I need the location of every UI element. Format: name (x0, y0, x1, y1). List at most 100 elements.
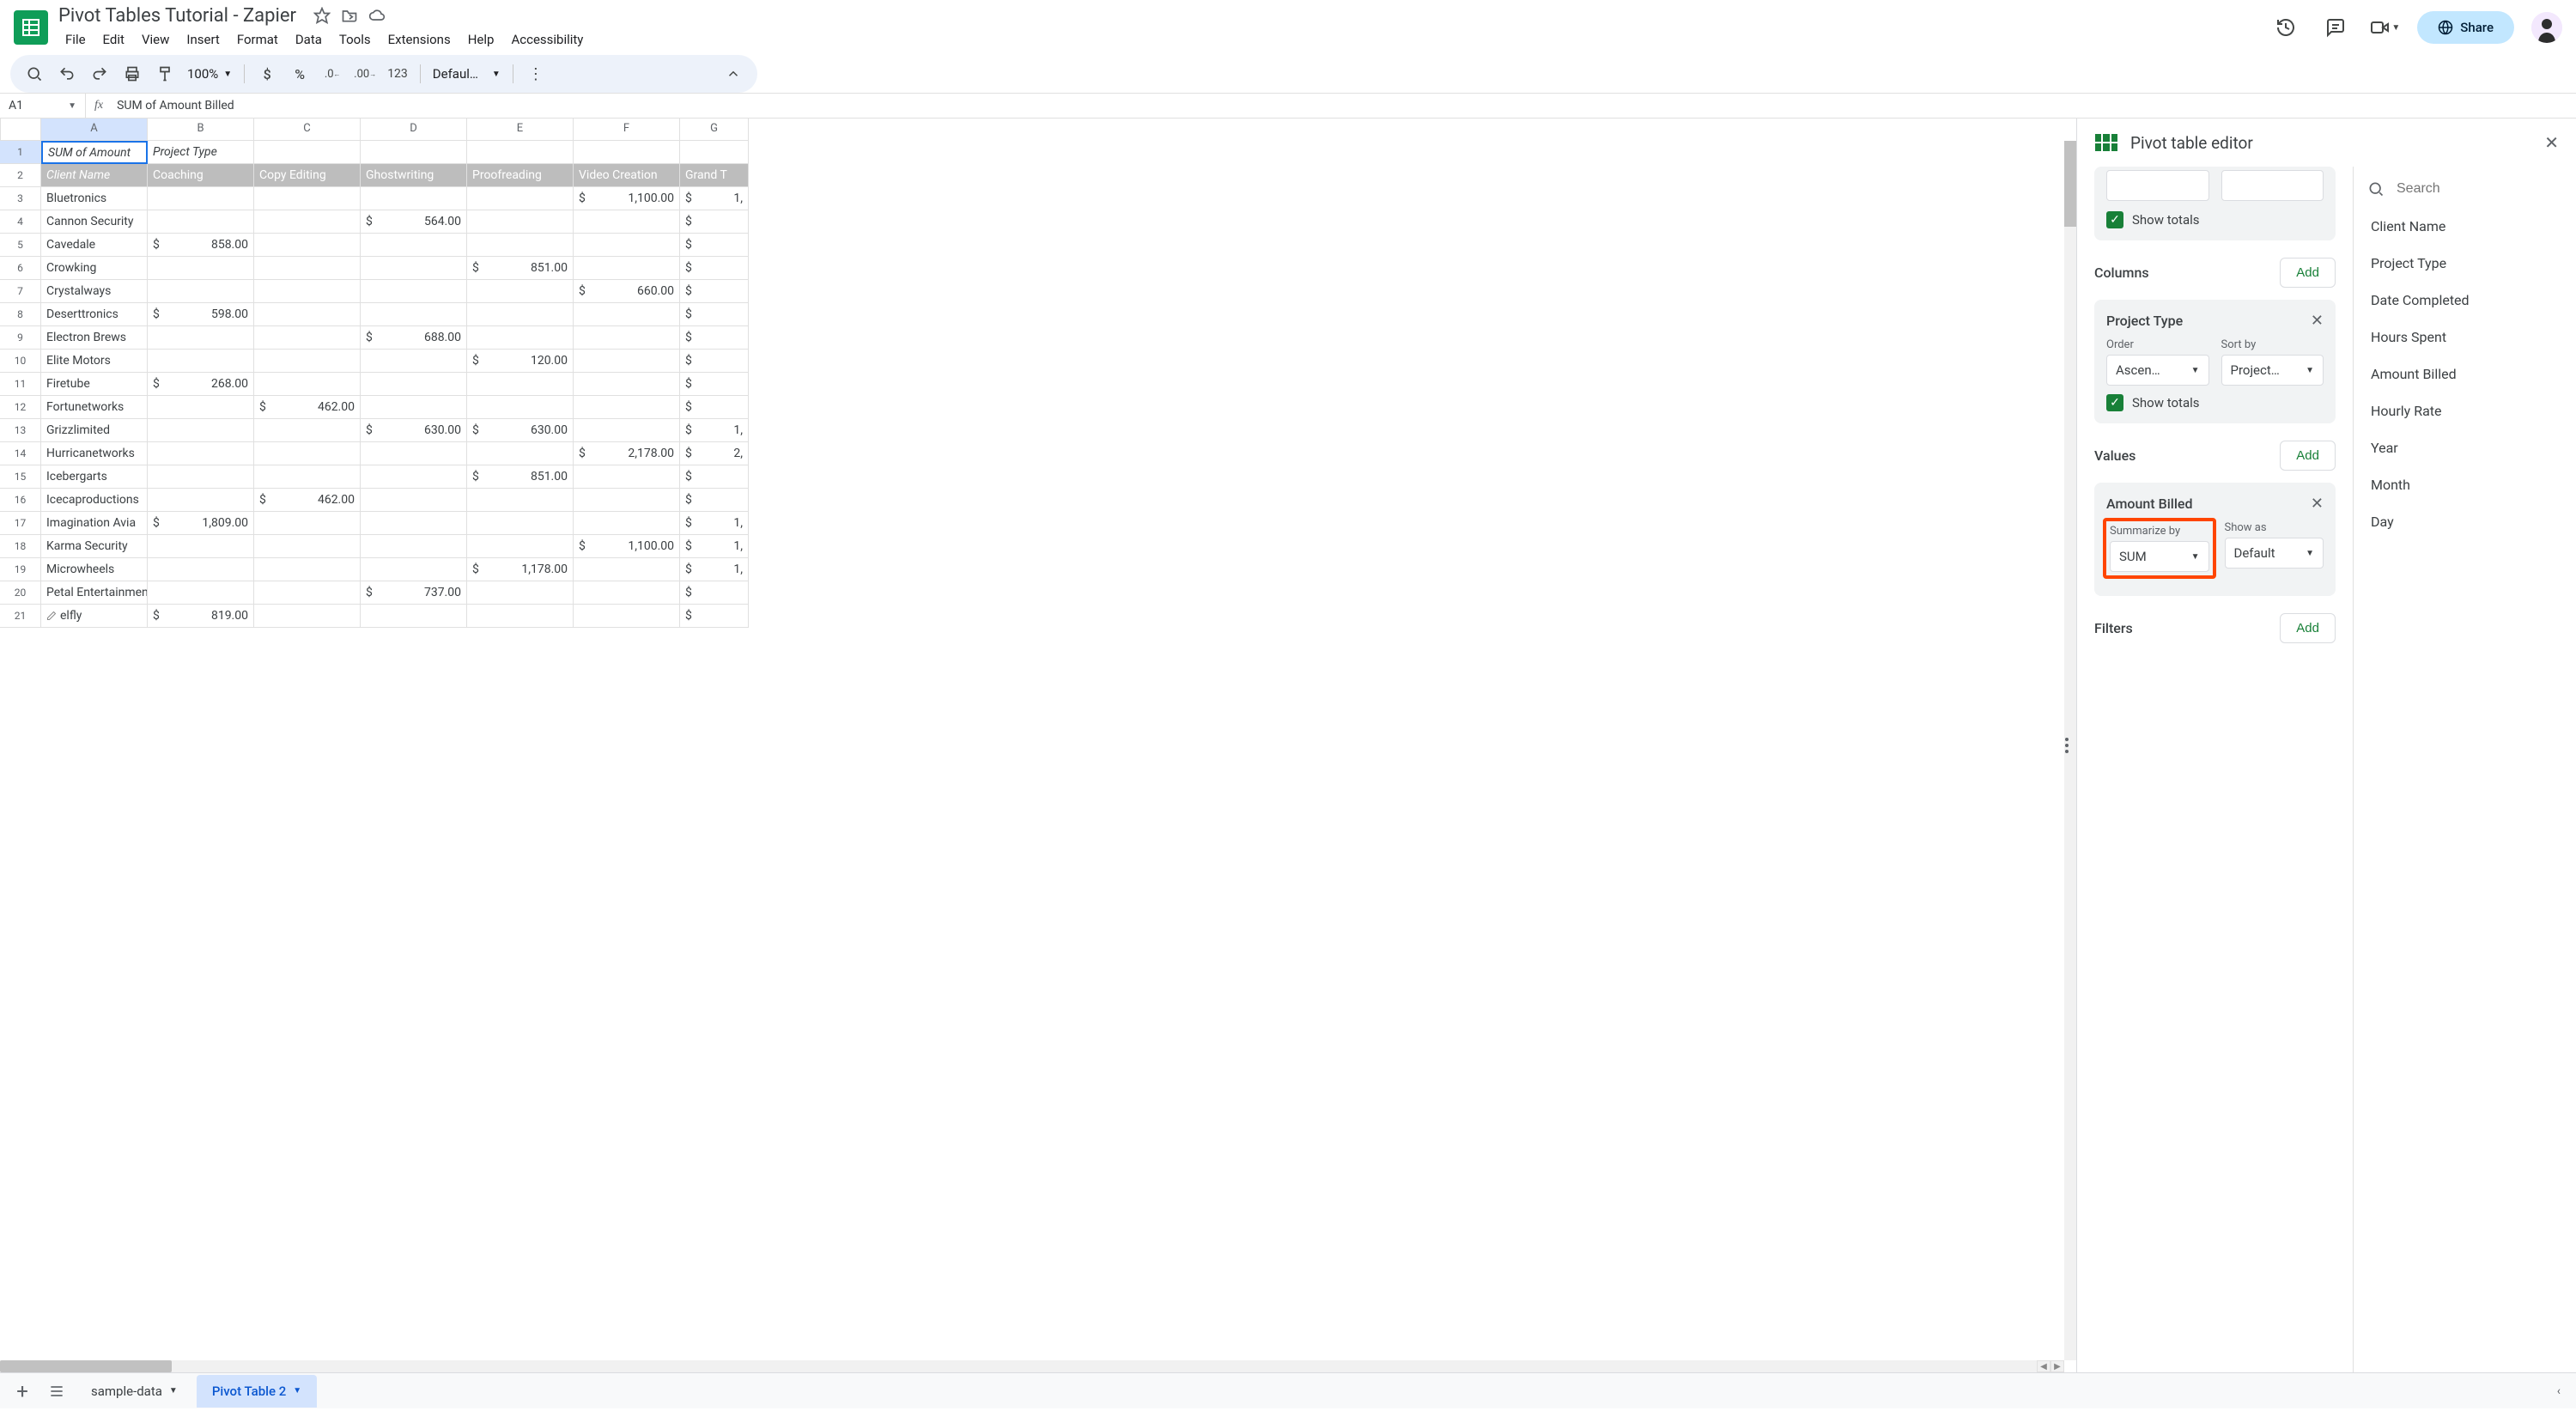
cell[interactable]: $ (680, 326, 749, 350)
cell[interactable] (574, 257, 680, 280)
name-box[interactable]: A1▼ (0, 94, 86, 118)
row-header-2[interactable]: 2 (0, 164, 41, 187)
cell[interactable]: $630.00 (467, 419, 574, 442)
chevron-down-icon[interactable]: ▼ (293, 1386, 301, 1396)
pivot-col-header[interactable]: Proofreading (467, 164, 574, 187)
menu-extensions[interactable]: Extensions (381, 28, 458, 51)
cell[interactable]: $1, (680, 558, 749, 581)
cell[interactable]: elfly (41, 605, 148, 628)
cell[interactable] (361, 187, 467, 210)
order-dropdown[interactable]: Ascen…▼ (2106, 355, 2209, 386)
cell[interactable] (361, 489, 467, 512)
row-header-16[interactable]: 16 (0, 489, 41, 512)
scroll-right-icon[interactable]: ▶ (2050, 1360, 2064, 1372)
cell[interactable] (254, 350, 361, 373)
row-header-8[interactable]: 8 (0, 303, 41, 326)
cell[interactable] (467, 489, 574, 512)
cell[interactable] (361, 605, 467, 628)
cell[interactable] (254, 257, 361, 280)
cell[interactable] (574, 234, 680, 257)
increase-decimal-icon[interactable]: .00→ (355, 64, 375, 84)
field-item[interactable]: Day (2367, 503, 2562, 540)
side-panel-toggle-icon[interactable]: ‹ (2557, 1384, 2561, 1398)
cell[interactable] (574, 512, 680, 535)
cell[interactable]: $ (680, 257, 749, 280)
field-item[interactable]: Date Completed (2367, 282, 2562, 319)
cell[interactable] (361, 558, 467, 581)
cell[interactable]: $268.00 (148, 373, 254, 396)
cell[interactable] (254, 581, 361, 605)
row-header-20[interactable]: 20 (0, 581, 41, 605)
row-header-19[interactable]: 19 (0, 558, 41, 581)
comment-icon[interactable] (2319, 11, 2352, 44)
menu-tools[interactable]: Tools (332, 28, 378, 51)
cell[interactable]: $1, (680, 535, 749, 558)
currency-icon[interactable]: $ (257, 64, 277, 84)
cell[interactable] (361, 535, 467, 558)
cell[interactable] (361, 234, 467, 257)
menu-data[interactable]: Data (289, 28, 329, 51)
row-header-4[interactable]: 4 (0, 210, 41, 234)
cell[interactable] (574, 605, 680, 628)
cell[interactable]: $ (680, 303, 749, 326)
cell[interactable] (148, 257, 254, 280)
cell[interactable] (254, 234, 361, 257)
cell[interactable] (148, 187, 254, 210)
cell[interactable]: $851.00 (467, 257, 574, 280)
pivot-col-header[interactable]: Copy Editing (254, 164, 361, 187)
cell[interactable]: $ (680, 350, 749, 373)
cell[interactable]: $819.00 (148, 605, 254, 628)
cell-A1[interactable]: SUM of Amount (41, 141, 148, 164)
cell[interactable] (254, 187, 361, 210)
cell[interactable] (254, 558, 361, 581)
print-icon[interactable] (122, 64, 143, 84)
show-totals-checkbox-2[interactable]: ✓ (2106, 394, 2123, 411)
cell[interactable] (574, 419, 680, 442)
cell[interactable] (361, 141, 467, 164)
remove-chip-icon[interactable]: ✕ (2311, 312, 2324, 330)
formula-input[interactable]: SUM of Amount Billed (112, 99, 2576, 113)
cell[interactable]: $1,100.00 (574, 535, 680, 558)
cell[interactable] (467, 141, 574, 164)
cell[interactable]: $2,178.00 (574, 442, 680, 465)
menu-insert[interactable]: Insert (179, 28, 226, 51)
cell[interactable] (361, 512, 467, 535)
menu-help[interactable]: Help (461, 28, 501, 51)
cell[interactable] (467, 234, 574, 257)
row-header-3[interactable]: 3 (0, 187, 41, 210)
row-header-7[interactable]: 7 (0, 280, 41, 303)
cell[interactable] (254, 210, 361, 234)
cell[interactable] (361, 257, 467, 280)
cell[interactable] (467, 442, 574, 465)
cell[interactable] (467, 396, 574, 419)
cell[interactable] (254, 465, 361, 489)
star-icon[interactable] (313, 7, 331, 24)
add-values-button[interactable]: Add (2280, 441, 2336, 471)
cell[interactable]: $1,809.00 (148, 512, 254, 535)
cell[interactable]: $1, (680, 187, 749, 210)
cell[interactable] (574, 326, 680, 350)
cell[interactable]: Bluetronics (41, 187, 148, 210)
cell[interactable] (574, 581, 680, 605)
cell[interactable] (467, 326, 574, 350)
cell[interactable]: $737.00 (361, 581, 467, 605)
cell-B1[interactable]: Project Type (148, 141, 254, 164)
cell[interactable]: $564.00 (361, 210, 467, 234)
cell[interactable]: Microwheels (41, 558, 148, 581)
cell[interactable] (574, 465, 680, 489)
cell[interactable]: $598.00 (148, 303, 254, 326)
cell[interactable] (574, 558, 680, 581)
zoom-select[interactable]: 100%▼ (187, 66, 232, 82)
cell[interactable]: $2, (680, 442, 749, 465)
cell[interactable] (148, 535, 254, 558)
cell[interactable] (148, 210, 254, 234)
cell[interactable] (254, 141, 361, 164)
cloud-icon[interactable] (368, 7, 386, 24)
menu-file[interactable]: File (58, 28, 93, 51)
format-number-icon[interactable]: 123 (387, 64, 408, 84)
cell[interactable]: $ (680, 465, 749, 489)
cell[interactable] (467, 581, 574, 605)
cell[interactable] (254, 326, 361, 350)
remove-values-chip-icon[interactable]: ✕ (2311, 495, 2324, 513)
search-icon[interactable] (24, 64, 45, 84)
